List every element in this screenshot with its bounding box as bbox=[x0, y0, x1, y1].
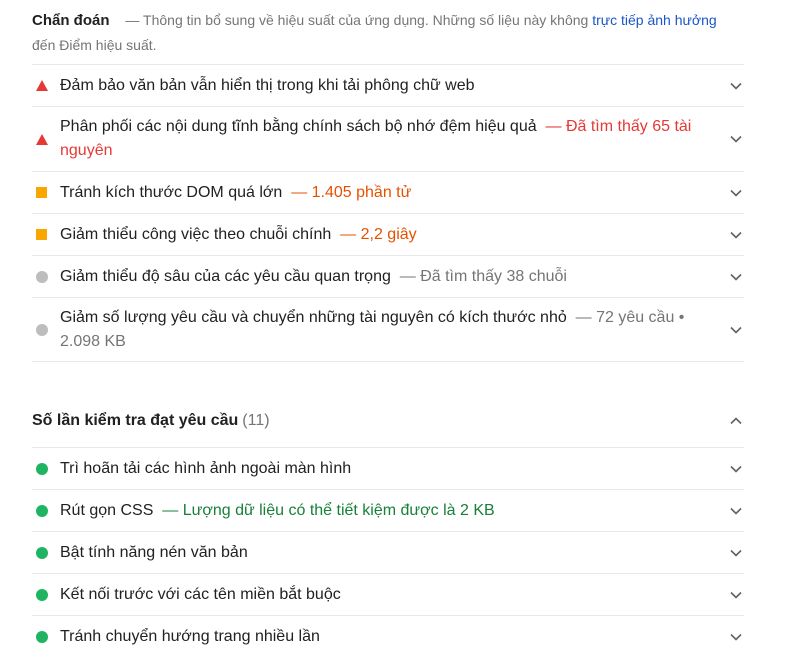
diagnostics-description: — Thông tin bổ sung về hiệu suất của ứng… bbox=[125, 12, 589, 28]
audit-label: Kết nối trước với các tên miền bắt buộc bbox=[60, 585, 341, 603]
diagnostics-title: Chẩn đoán bbox=[32, 12, 110, 29]
diagnostics-description-suffix: đến Điểm hiệu suất. bbox=[32, 37, 157, 53]
audit-row-offscreen-images[interactable]: Trì hoãn tải các hình ảnh ngoài màn hình bbox=[32, 447, 744, 489]
chevron-down-icon[interactable] bbox=[728, 322, 744, 338]
audit-label: Trì hoãn tải các hình ảnh ngoài màn hình bbox=[60, 459, 352, 477]
orange-square-icon bbox=[32, 187, 60, 198]
audit-label: Giảm thiểu công việc theo chuỗi chính — … bbox=[60, 225, 417, 243]
audit-row-font-display[interactable]: Đảm bảo văn bản vẫn hiển thị trong khi t… bbox=[32, 64, 744, 106]
lighthouse-report: Chẩn đoán — Thông tin bổ sung về hiệu su… bbox=[32, 0, 744, 657]
gray-circle-icon bbox=[32, 270, 60, 283]
audit-detail: — Lượng dữ liệu có thể tiết kiệm được là… bbox=[162, 501, 495, 519]
chevron-down-icon[interactable] bbox=[728, 461, 744, 477]
chevron-down-icon[interactable] bbox=[728, 269, 744, 285]
audit-detail: — 1.405 phần tử bbox=[291, 183, 412, 201]
audit-row-preconnect[interactable]: Kết nối trước với các tên miền bắt buộc bbox=[32, 573, 744, 615]
chevron-up-icon[interactable] bbox=[728, 413, 744, 429]
audit-row-main-thread[interactable]: Giảm thiểu công việc theo chuỗi chính — … bbox=[32, 213, 744, 255]
chevron-down-icon[interactable] bbox=[728, 185, 744, 201]
audit-row-minify-css[interactable]: Rút gọn CSS — Lượng dữ liệu có thể tiết … bbox=[32, 489, 744, 531]
chevron-down-icon[interactable] bbox=[728, 131, 744, 147]
passed-audits-count: (11) bbox=[242, 411, 270, 429]
passed-audits-toggle[interactable]: Số lần kiểm tra đạt yêu cầu (11) bbox=[32, 394, 744, 447]
green-circle-icon bbox=[32, 588, 60, 601]
gray-circle-icon bbox=[32, 323, 60, 336]
audit-row-redirects[interactable]: Tránh chuyển hướng trang nhiều lần bbox=[32, 615, 744, 657]
chevron-down-icon[interactable] bbox=[728, 629, 744, 645]
audit-detail: — Đã tìm thấy 38 chuỗi bbox=[399, 267, 567, 285]
audit-detail: — 2,2 giây bbox=[340, 225, 417, 243]
green-circle-icon bbox=[32, 504, 60, 517]
green-circle-icon bbox=[32, 546, 60, 559]
red-triangle-icon bbox=[32, 133, 60, 145]
audit-row-text-compression[interactable]: Bật tính năng nén văn bản bbox=[32, 531, 744, 573]
audit-label: Giảm số lượng yêu cầu và chuyển những tà… bbox=[60, 308, 685, 350]
chevron-down-icon[interactable] bbox=[728, 503, 744, 519]
green-circle-icon bbox=[32, 462, 60, 475]
audit-row-dom-size[interactable]: Tránh kích thước DOM quá lớn — 1.405 phầ… bbox=[32, 171, 744, 213]
audit-label: Đảm bảo văn bản vẫn hiển thị trong khi t… bbox=[60, 76, 475, 94]
passed-audits-title: Số lần kiểm tra đạt yêu cầu bbox=[32, 411, 239, 429]
audit-row-resource-summary[interactable]: Giảm số lượng yêu cầu và chuyển những tà… bbox=[32, 297, 744, 362]
audit-row-critical-chains[interactable]: Giảm thiểu độ sâu của các yêu cầu quan t… bbox=[32, 255, 744, 297]
chevron-down-icon[interactable] bbox=[728, 545, 744, 561]
audit-label: Tránh kích thước DOM quá lớn — 1.405 phầ… bbox=[60, 183, 412, 201]
audit-label: Rút gọn CSS — Lượng dữ liệu có thể tiết … bbox=[60, 501, 495, 519]
audit-row-cache-policy[interactable]: Phân phối các nội dung tĩnh bằng chính s… bbox=[32, 106, 744, 171]
audit-label: Bật tính năng nén văn bản bbox=[60, 543, 248, 561]
diagnostics-header: Chẩn đoán — Thông tin bổ sung về hiệu su… bbox=[32, 0, 744, 64]
chevron-down-icon[interactable] bbox=[728, 587, 744, 603]
chevron-down-icon[interactable] bbox=[728, 78, 744, 94]
audit-label: Tránh chuyển hướng trang nhiều lần bbox=[60, 627, 320, 645]
chevron-down-icon[interactable] bbox=[728, 227, 744, 243]
audit-label: Giảm thiểu độ sâu của các yêu cầu quan t… bbox=[60, 267, 567, 285]
audit-label: Phân phối các nội dung tĩnh bằng chính s… bbox=[60, 118, 692, 159]
impact-link[interactable]: trực tiếp ảnh hưởng bbox=[592, 12, 716, 28]
green-circle-icon bbox=[32, 630, 60, 643]
red-triangle-icon bbox=[32, 80, 60, 91]
orange-square-icon bbox=[32, 229, 60, 240]
